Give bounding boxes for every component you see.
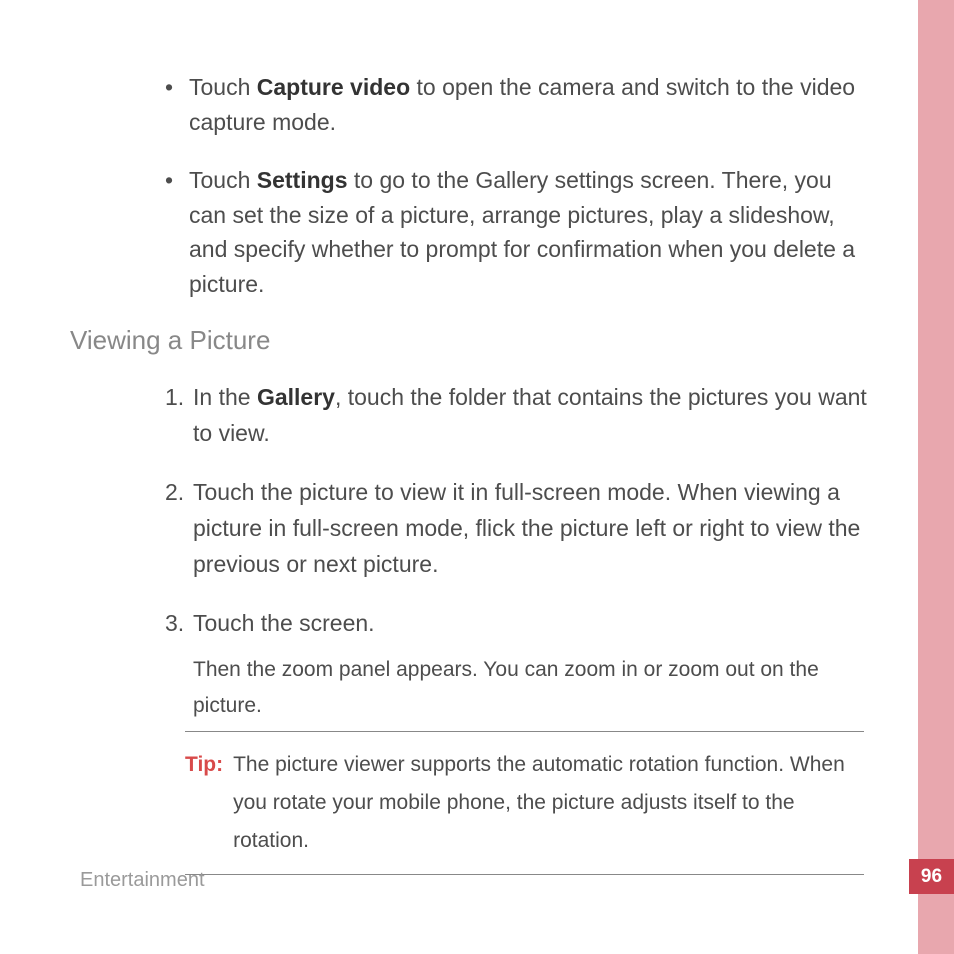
bullet-icon: • [165, 163, 189, 301]
list-item: 1. In the Gallery, touch the folder that… [165, 380, 874, 451]
tip-text: The picture viewer supports the automati… [233, 746, 864, 859]
text-pre: In the [193, 384, 257, 410]
text-bold: Capture video [257, 74, 410, 100]
page-side-stripe [918, 0, 954, 954]
bullet-list: • Touch Capture video to open the camera… [165, 70, 874, 301]
bullet-text: Touch Settings to go to the Gallery sett… [189, 163, 874, 301]
text-bold: Settings [257, 167, 348, 193]
text-bold: Gallery [257, 384, 335, 410]
footer-chapter-label: Entertainment [80, 869, 205, 892]
page-number: 96 [921, 866, 942, 888]
tip-label: Tip: [185, 746, 233, 859]
step-number: 2. [165, 475, 193, 582]
list-item: 2. Touch the picture to view it in full-… [165, 475, 874, 582]
bullet-text: Touch Capture video to open the camera a… [189, 70, 874, 139]
section-heading: Viewing a Picture [70, 325, 874, 356]
text-full: Touch the screen. [193, 610, 375, 636]
step-number: 1. [165, 380, 193, 451]
text-full: Touch the picture to view it in full-scr… [193, 479, 860, 576]
list-item: • Touch Settings to go to the Gallery se… [165, 163, 874, 301]
step-number: 3. [165, 606, 193, 723]
text-pre: Touch [189, 74, 257, 100]
step-text: In the Gallery, touch the folder that co… [193, 380, 874, 451]
list-item: 3. Touch the screen. Then the zoom panel… [165, 606, 874, 723]
bullet-icon: • [165, 70, 189, 139]
page-number-tab: 96 [909, 859, 954, 894]
list-item: • Touch Capture video to open the camera… [165, 70, 874, 139]
ordered-list: 1. In the Gallery, touch the folder that… [165, 380, 874, 723]
tip-box: Tip: The picture viewer supports the aut… [185, 731, 864, 874]
page-content: • Touch Capture video to open the camera… [70, 70, 874, 875]
text-pre: Touch [189, 167, 257, 193]
step-text: Touch the picture to view it in full-scr… [193, 475, 874, 582]
step-sub-note: Then the zoom panel appears. You can zoo… [193, 652, 874, 723]
step-text: Touch the screen. Then the zoom panel ap… [193, 606, 874, 723]
